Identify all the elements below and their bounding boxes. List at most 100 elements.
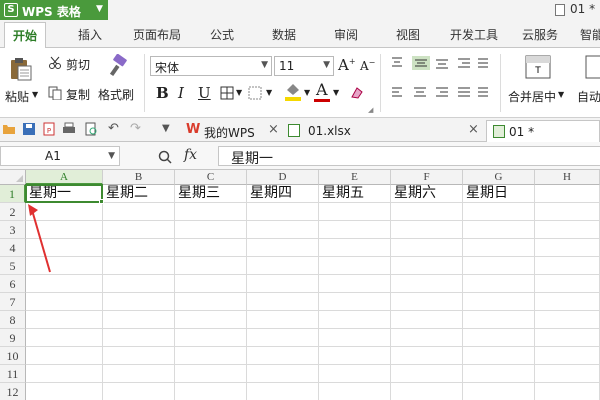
cell-d7[interactable] <box>247 293 319 311</box>
cell-f1[interactable]: 星期六 <box>391 185 463 203</box>
cell-e5[interactable] <box>319 257 391 275</box>
cell-f6[interactable] <box>391 275 463 293</box>
cell-b6[interactable] <box>103 275 175 293</box>
close-icon[interactable]: × <box>468 122 479 137</box>
cell-g2[interactable] <box>463 203 535 221</box>
cell-h5[interactable] <box>535 257 600 275</box>
open-folder-icon[interactable] <box>2 123 16 135</box>
wrap-text-button[interactable]: 自动 <box>577 88 600 105</box>
cell-e12[interactable] <box>319 383 391 400</box>
row-header-2[interactable]: 2 <box>0 203 26 221</box>
cell-d11[interactable] <box>247 365 319 383</box>
chevron-down-icon[interactable]: ▼ <box>266 88 272 97</box>
chevron-down-icon[interactable]: ▼ <box>236 88 242 97</box>
cell-c3[interactable] <box>175 221 247 239</box>
row-header-12[interactable]: 12 <box>0 383 26 400</box>
cell-b2[interactable] <box>103 203 175 221</box>
cell-d3[interactable] <box>247 221 319 239</box>
cell-g9[interactable] <box>463 329 535 347</box>
cell-e9[interactable] <box>319 329 391 347</box>
cell-a7[interactable] <box>26 293 103 311</box>
tab-review[interactable]: 审阅 <box>334 26 358 43</box>
merge-center-button[interactable]: 合并居中 <box>508 88 556 105</box>
name-box[interactable]: A1 ▼ <box>0 146 120 166</box>
clear-format-icon[interactable] <box>350 86 364 100</box>
cell-d9[interactable] <box>247 329 319 347</box>
doc-tab-my-wps[interactable]: W 我的WPS × <box>182 121 284 142</box>
tab-home[interactable]: 开始 <box>4 22 47 49</box>
cell-d10[interactable] <box>247 347 319 365</box>
cell-c8[interactable] <box>175 311 247 329</box>
row-header-11[interactable]: 11 <box>0 365 26 383</box>
underline-button[interactable]: U <box>198 84 211 102</box>
font-name-select[interactable]: 宋体 ▼ <box>150 56 272 76</box>
row-header-5[interactable]: 5 <box>0 257 26 275</box>
doc-tab-01-xlsx[interactable]: 01.xlsx × <box>286 121 486 142</box>
formula-input[interactable]: 星期一 <box>218 146 600 167</box>
print-icon[interactable] <box>62 122 76 136</box>
cell-f12[interactable] <box>391 383 463 400</box>
cell-b5[interactable] <box>103 257 175 275</box>
tab-formulas[interactable]: 公式 <box>210 26 234 43</box>
cell-c12[interactable] <box>175 383 247 400</box>
row-header-7[interactable]: 7 <box>0 293 26 311</box>
cell-a9[interactable] <box>26 329 103 347</box>
cell-f9[interactable] <box>391 329 463 347</box>
cell-g7[interactable] <box>463 293 535 311</box>
cell-c2[interactable] <box>175 203 247 221</box>
column-header-d[interactable]: D <box>247 170 319 185</box>
cell-e2[interactable] <box>319 203 391 221</box>
cell-b8[interactable] <box>103 311 175 329</box>
wrap-text-icon[interactable] <box>584 54 600 80</box>
column-header-b[interactable]: B <box>103 170 175 185</box>
cell-e10[interactable] <box>319 347 391 365</box>
cell-e6[interactable] <box>319 275 391 293</box>
column-header-f[interactable]: F <box>391 170 463 185</box>
fill-handle[interactable] <box>99 199 104 204</box>
cell-e11[interactable] <box>319 365 391 383</box>
cell-c9[interactable] <box>175 329 247 347</box>
vertical-align-icons[interactable] <box>390 56 490 70</box>
cell-g6[interactable] <box>463 275 535 293</box>
cell-g1[interactable]: 星期日 <box>463 185 535 203</box>
doc-tab-01-active[interactable]: 01 * <box>486 120 600 143</box>
format-painter-button[interactable]: 格式刷 <box>98 86 134 103</box>
italic-button[interactable]: I <box>178 84 184 102</box>
cell-b1[interactable]: 星期二 <box>103 185 175 203</box>
cell-c10[interactable] <box>175 347 247 365</box>
tab-smart[interactable]: 智能 <box>580 26 600 43</box>
row-header-1[interactable]: 1 <box>0 185 26 203</box>
export-pdf-icon[interactable]: P <box>42 122 56 136</box>
cell-f4[interactable] <box>391 239 463 257</box>
cell-f11[interactable] <box>391 365 463 383</box>
cell-e8[interactable] <box>319 311 391 329</box>
print-preview-icon[interactable] <box>84 122 98 136</box>
cell-g3[interactable] <box>463 221 535 239</box>
cell-g8[interactable] <box>463 311 535 329</box>
chevron-down-icon[interactable]: ▼ <box>304 88 310 97</box>
cell-d6[interactable] <box>247 275 319 293</box>
undo-icon[interactable]: ↶ <box>108 121 119 136</box>
column-header-a[interactable]: A <box>26 170 103 185</box>
tab-cloud[interactable]: 云服务 <box>522 26 558 43</box>
cell-h8[interactable] <box>535 311 600 329</box>
cell-b9[interactable] <box>103 329 175 347</box>
cell-b4[interactable] <box>103 239 175 257</box>
horizontal-align-icons[interactable] <box>390 86 490 100</box>
cell-e3[interactable] <box>319 221 391 239</box>
cell-d2[interactable] <box>247 203 319 221</box>
save-icon[interactable] <box>22 122 36 136</box>
cell-h6[interactable] <box>535 275 600 293</box>
row-header-3[interactable]: 3 <box>0 221 26 239</box>
cell-h3[interactable] <box>535 221 600 239</box>
insert-function-button[interactable]: fx <box>184 147 197 163</box>
cell-h11[interactable] <box>535 365 600 383</box>
cell-e4[interactable] <box>319 239 391 257</box>
cell-d8[interactable] <box>247 311 319 329</box>
row-header-9[interactable]: 9 <box>0 329 26 347</box>
increase-font-icon[interactable]: A+ <box>338 56 356 74</box>
row-header-6[interactable]: 6 <box>0 275 26 293</box>
tab-view[interactable]: 视图 <box>396 26 420 43</box>
grid-lines-icon[interactable] <box>248 86 262 100</box>
borders-icon[interactable] <box>220 86 234 100</box>
